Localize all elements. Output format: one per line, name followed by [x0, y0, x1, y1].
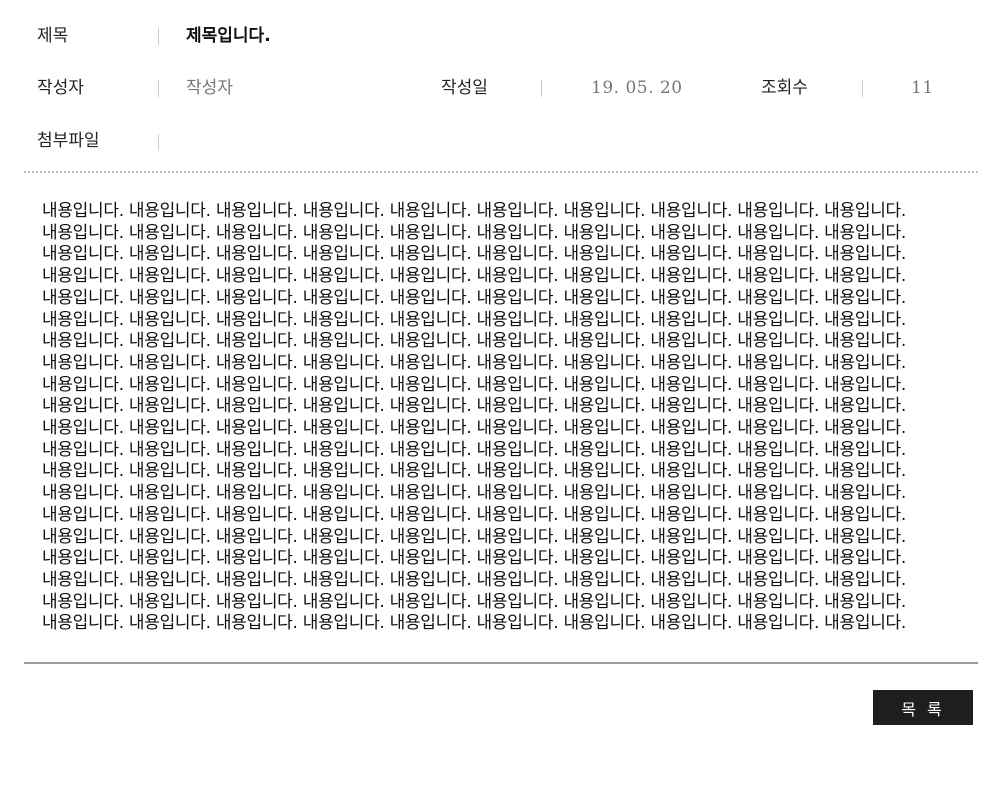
header-divider	[24, 171, 978, 173]
content-line: 내용입니다. 내용입니다. 내용입니다. 내용입니다. 내용입니다. 내용입니다…	[42, 548, 906, 569]
date-value: 19. 05. 20	[591, 78, 683, 98]
content-line: 내용입니다. 내용입니다. 내용입니다. 내용입니다. 내용입니다. 내용입니다…	[42, 613, 906, 634]
views-label: 조회수	[761, 78, 808, 98]
post-title: 제목입니다.	[186, 26, 271, 46]
content-line: 내용입니다. 내용입니다. 내용입니다. 내용입니다. 내용입니다. 내용입니다…	[42, 244, 906, 265]
content-line: 내용입니다. 내용입니다. 내용입니다. 내용입니다. 내용입니다. 내용입니다…	[42, 352, 906, 373]
content-line: 내용입니다. 내용입니다. 내용입니다. 내용입니다. 내용입니다. 내용입니다…	[42, 222, 906, 243]
attachment-label: 첨부파일	[37, 131, 100, 151]
content-line: 내용입니다. 내용입니다. 내용입니다. 내용입니다. 내용입니다. 내용입니다…	[42, 483, 906, 504]
content-line: 내용입니다. 내용입니다. 내용입니다. 내용입니다. 내용입니다. 내용입니다…	[42, 591, 906, 612]
content-line: 내용입니다. 내용입니다. 내용입니다. 내용입니다. 내용입니다. 내용입니다…	[42, 309, 906, 330]
content-line: 내용입니다. 내용입니다. 내용입니다. 내용입니다. 내용입니다. 내용입니다…	[42, 569, 906, 590]
writer-label: 작성자	[37, 78, 84, 98]
title-label: 제목	[37, 26, 69, 46]
content-line: 내용입니다. 내용입니다. 내용입니다. 내용입니다. 내용입니다. 내용입니다…	[42, 439, 906, 460]
post-view: 제목 제목입니다. 작성자 작성자 작성일 19. 05. 20 조회수 11 …	[24, 0, 978, 725]
content-line: 내용입니다. 내용입니다. 내용입니다. 내용입니다. 내용입니다. 내용입니다…	[42, 461, 906, 482]
writer-separator	[158, 80, 159, 97]
content-line: 내용입니다. 내용입니다. 내용입니다. 내용입니다. 내용입니다. 내용입니다…	[42, 201, 906, 221]
date-separator	[541, 80, 542, 97]
views-separator	[862, 80, 863, 97]
content-line: 내용입니다. 내용입니다. 내용입니다. 내용입니다. 내용입니다. 내용입니다…	[42, 266, 906, 287]
attachment-row: 첨부파일	[24, 116, 978, 169]
content-divider	[24, 662, 978, 664]
content-line: 내용입니다. 내용입니다. 내용입니다. 내용입니다. 내용입니다. 내용입니다…	[42, 418, 906, 439]
post-content: 내용입니다. 내용입니다. 내용입니다. 내용입니다. 내용입니다. 내용입니다…	[42, 201, 966, 635]
list-button[interactable]: 목 록	[873, 690, 973, 725]
title-row: 제목 제목입니다.	[24, 0, 978, 63]
title-separator	[158, 28, 159, 45]
content-line: 내용입니다. 내용입니다. 내용입니다. 내용입니다. 내용입니다. 내용입니다…	[42, 396, 906, 417]
content-line: 내용입니다. 내용입니다. 내용입니다. 내용입니다. 내용입니다. 내용입니다…	[42, 526, 906, 547]
content-line: 내용입니다. 내용입니다. 내용입니다. 내용입니다. 내용입니다. 내용입니다…	[42, 374, 906, 395]
views-value: 11	[911, 78, 934, 98]
date-label: 작성일	[441, 78, 488, 98]
content-line: 내용입니다. 내용입니다. 내용입니다. 내용입니다. 내용입니다. 내용입니다…	[42, 287, 906, 308]
writer-value: 작성자	[186, 78, 233, 98]
content-line: 내용입니다. 내용입니다. 내용입니다. 내용입니다. 내용입니다. 내용입니다…	[42, 331, 906, 352]
content-line: 내용입니다. 내용입니다. 내용입니다. 내용입니다. 내용입니다. 내용입니다…	[42, 504, 906, 525]
attachment-separator	[158, 134, 159, 151]
info-row: 작성자 작성자 작성일 19. 05. 20 조회수 11	[24, 63, 978, 116]
